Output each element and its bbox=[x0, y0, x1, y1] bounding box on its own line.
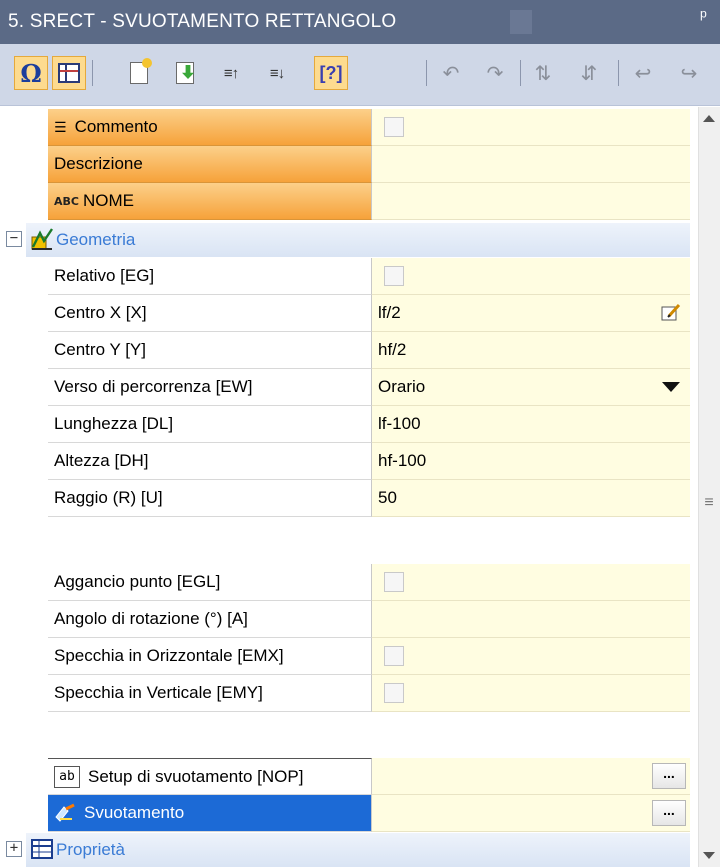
row-label: Specchia in Verticale [EMY] bbox=[48, 675, 372, 712]
row-value[interactable] bbox=[372, 258, 690, 295]
row-relativo[interactable]: Relativo [EG] bbox=[0, 258, 698, 295]
row-value[interactable] bbox=[372, 109, 690, 146]
row-label: Descrizione bbox=[48, 146, 372, 183]
row-descrizione[interactable]: Descrizione bbox=[0, 146, 698, 183]
new-document-icon[interactable] bbox=[122, 56, 156, 90]
row-label: Aggancio punto [EGL] bbox=[48, 564, 372, 601]
move-up-lines-icon[interactable]: ≡↑ bbox=[214, 56, 248, 90]
section-header: Proprietà bbox=[26, 833, 690, 867]
ellipsis-button[interactable]: ... bbox=[652, 800, 686, 826]
row-lunghezza[interactable]: Lunghezza [DL] lf-100 bbox=[0, 406, 698, 443]
row-raggio[interactable]: Raggio (R) [U] 50 bbox=[0, 480, 698, 517]
row-setup-svuotamento[interactable]: ab Setup di svuotamento [NOP] ... bbox=[0, 758, 698, 795]
toolbar-separator bbox=[426, 60, 427, 86]
row-nome[interactable]: ABC NOME bbox=[0, 183, 698, 220]
row-value[interactable] bbox=[372, 564, 690, 601]
comment-lines-icon: ☰ bbox=[54, 118, 67, 135]
checkbox[interactable] bbox=[384, 646, 404, 666]
row-centro-y[interactable]: Centro Y [Y] hf/2 bbox=[0, 332, 698, 369]
table-icon bbox=[31, 839, 53, 859]
row-aggancio[interactable]: Aggancio punto [EGL] bbox=[0, 564, 698, 601]
row-value[interactable] bbox=[372, 146, 690, 183]
rotate-right-icon[interactable]: ↷ bbox=[478, 56, 512, 90]
import-icon[interactable] bbox=[168, 56, 202, 90]
sort-down-icon[interactable]: ⇵ bbox=[572, 56, 606, 90]
row-value[interactable] bbox=[372, 183, 690, 220]
row-value[interactable]: ... bbox=[372, 795, 690, 832]
row-value[interactable]: lf/2 bbox=[372, 295, 690, 332]
pocket-tool-icon bbox=[55, 803, 75, 822]
checkbox[interactable] bbox=[384, 572, 404, 592]
vertical-scrollbar[interactable]: ≡ bbox=[698, 107, 720, 867]
checkbox[interactable] bbox=[384, 683, 404, 703]
row-value[interactable]: hf-100 bbox=[372, 443, 690, 480]
row-label: Lunghezza [DL] bbox=[48, 406, 372, 443]
spacer bbox=[48, 714, 690, 758]
row-value[interactable] bbox=[372, 638, 690, 675]
toolbar: Ω ≡↑ ≡↓ [?] ↶ ↷ ⇅ ⇵ ↩ ↪ bbox=[0, 44, 720, 106]
row-altezza[interactable]: Altezza [DH] hf-100 bbox=[0, 443, 698, 480]
grid-icon[interactable] bbox=[52, 56, 86, 90]
rotate-left-icon[interactable]: ↶ bbox=[434, 56, 468, 90]
row-label: Altezza [DH] bbox=[48, 443, 372, 480]
row-label: ab Setup di svuotamento [NOP] bbox=[48, 758, 372, 795]
row-value[interactable]: Orario bbox=[372, 369, 690, 406]
bracket-help-icon[interactable]: [?] bbox=[314, 56, 348, 90]
omega-icon[interactable]: Ω bbox=[14, 56, 48, 90]
row-label: ☰ Commento bbox=[48, 109, 372, 146]
row-angolo[interactable]: Angolo di rotazione (°) [A] bbox=[0, 601, 698, 638]
row-label: Centro X [X] bbox=[48, 295, 372, 332]
row-centro-x[interactable]: Centro X [X] lf/2 bbox=[0, 295, 698, 332]
toolbar-separator bbox=[520, 60, 521, 86]
scroll-down-arrow-icon[interactable] bbox=[703, 852, 715, 859]
expand-icon[interactable]: + bbox=[6, 841, 22, 857]
section-proprieta[interactable]: + Proprietà bbox=[0, 831, 698, 868]
edit-icon[interactable] bbox=[658, 301, 684, 325]
scroll-thumb[interactable]: ≡ bbox=[703, 493, 715, 515]
row-label: ABC NOME bbox=[48, 183, 372, 220]
section-geometria[interactable]: − Geometria bbox=[0, 221, 698, 258]
scroll-up-arrow-icon[interactable] bbox=[703, 115, 715, 122]
checkbox[interactable] bbox=[384, 117, 404, 137]
row-value[interactable]: 50 bbox=[372, 480, 690, 517]
undo-icon[interactable]: ↩ bbox=[626, 56, 660, 90]
row-value[interactable]: lf-100 bbox=[372, 406, 690, 443]
property-grid: ☰ Commento Descrizione ABC NOME − Geomet… bbox=[0, 107, 698, 867]
ellipsis-button[interactable]: ... bbox=[652, 763, 686, 789]
abc-icon: ABC bbox=[54, 194, 79, 208]
pin-icon[interactable]: ᵖ bbox=[700, 6, 720, 38]
row-value[interactable] bbox=[372, 675, 690, 712]
geometry-icon bbox=[31, 228, 53, 250]
row-value[interactable] bbox=[372, 601, 690, 638]
row-label: Specchia in Orizzontale [EMX] bbox=[48, 638, 372, 675]
row-label: Relativo [EG] bbox=[48, 258, 372, 295]
collapse-icon[interactable]: − bbox=[6, 231, 22, 247]
toolbar-separator bbox=[618, 60, 619, 86]
row-verso[interactable]: Verso di percorrenza [EW] Orario bbox=[0, 369, 698, 406]
row-label: Centro Y [Y] bbox=[48, 332, 372, 369]
row-value[interactable]: hf/2 bbox=[372, 332, 690, 369]
row-label: Raggio (R) [U] bbox=[48, 480, 372, 517]
row-svuotamento[interactable]: Svuotamento ... bbox=[0, 795, 698, 832]
row-specchia-x[interactable]: Specchia in Orizzontale [EMX] bbox=[0, 638, 698, 675]
row-value[interactable]: ... bbox=[372, 758, 690, 795]
chevron-down-icon[interactable] bbox=[658, 375, 684, 399]
window-title: 5. SRECT - SVUOTAMENTO RETTANGOLO bbox=[8, 11, 397, 32]
spacer bbox=[48, 519, 690, 563]
window-titlebar: 5. SRECT - SVUOTAMENTO RETTANGOLO ᵖ bbox=[0, 0, 720, 44]
row-commento[interactable]: ☰ Commento bbox=[0, 109, 698, 146]
toolbar-separator bbox=[92, 60, 93, 86]
row-label: Verso di percorrenza [EW] bbox=[48, 369, 372, 406]
row-label: Svuotamento bbox=[48, 795, 372, 832]
sort-up-icon[interactable]: ⇅ bbox=[526, 56, 560, 90]
ab-text-icon: ab bbox=[54, 765, 80, 788]
checkbox[interactable] bbox=[384, 266, 404, 286]
title-block bbox=[510, 10, 532, 34]
row-specchia-y[interactable]: Specchia in Verticale [EMY] bbox=[0, 675, 698, 712]
section-header: Geometria bbox=[26, 223, 690, 257]
row-label: Angolo di rotazione (°) [A] bbox=[48, 601, 372, 638]
move-down-lines-icon[interactable]: ≡↓ bbox=[260, 56, 294, 90]
redo-icon[interactable]: ↪ bbox=[672, 56, 706, 90]
